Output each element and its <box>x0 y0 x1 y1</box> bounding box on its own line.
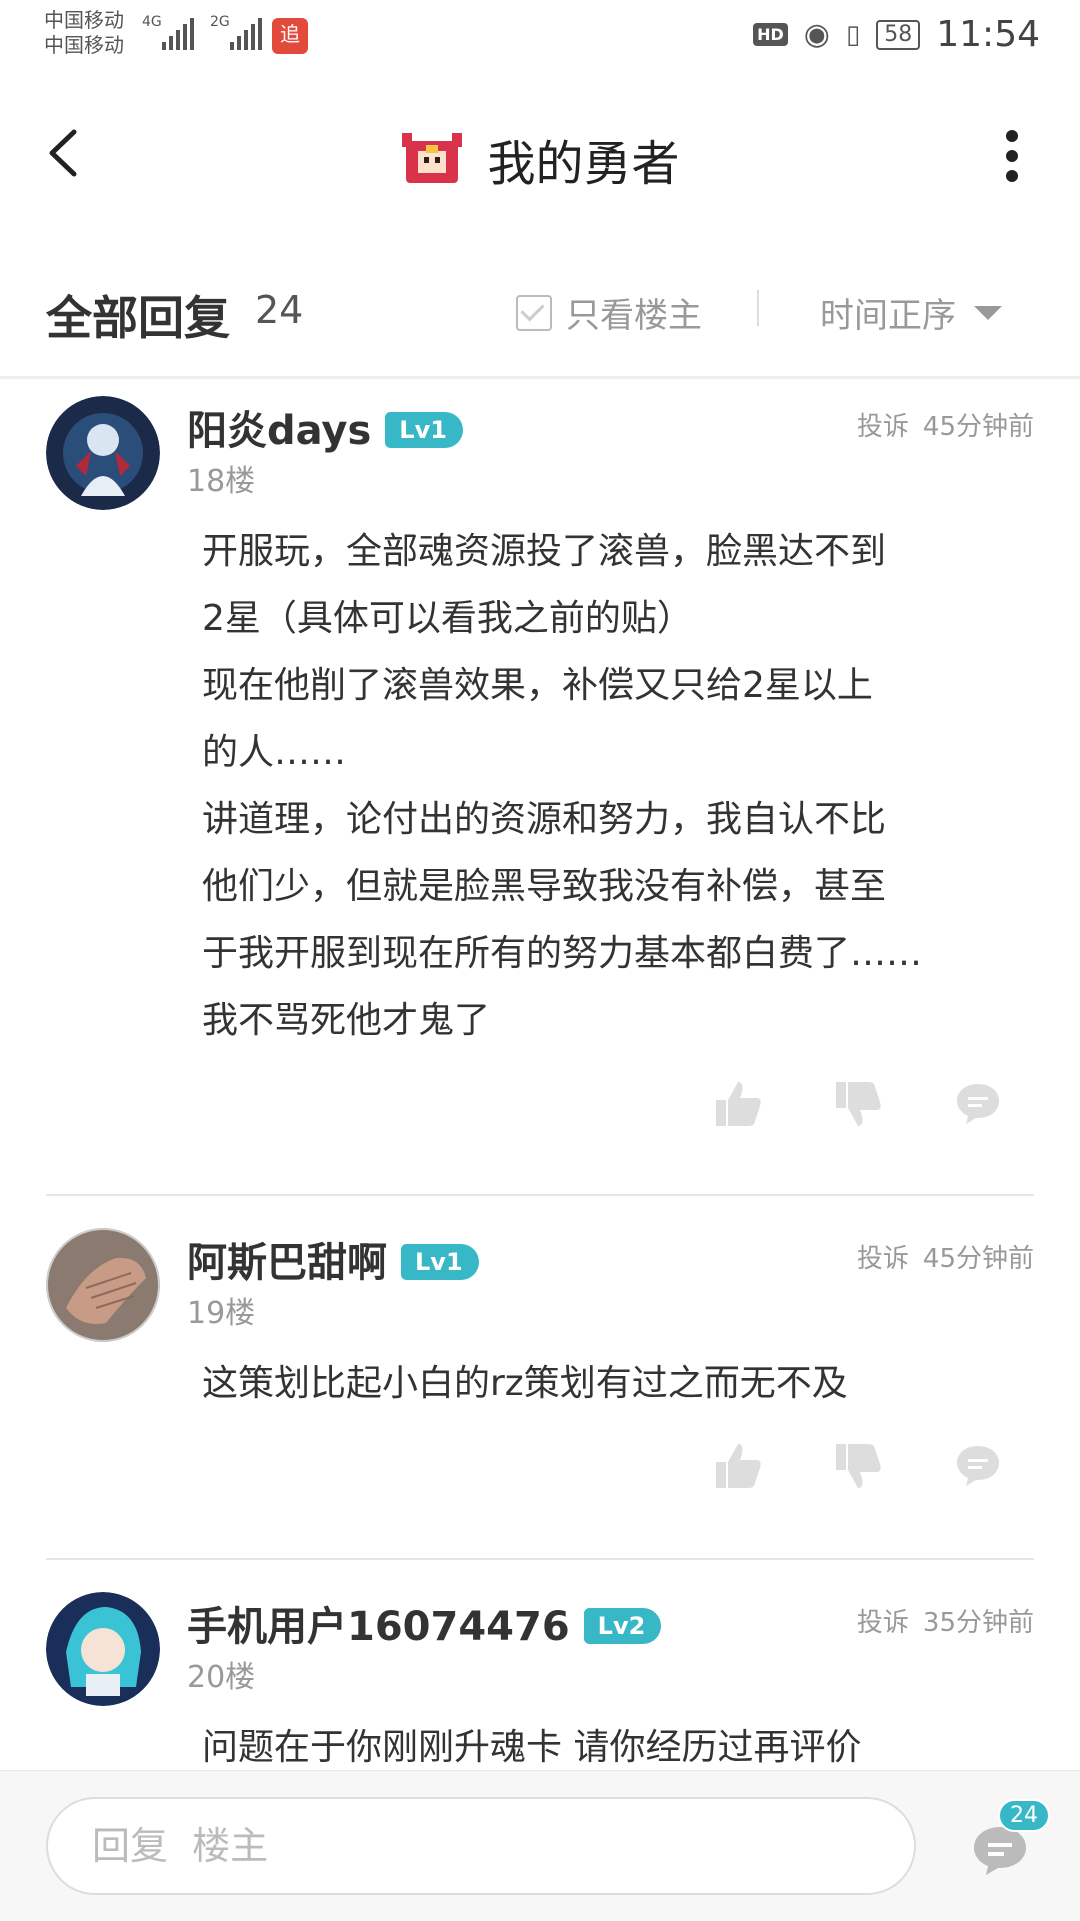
checkbox-icon[interactable] <box>516 294 552 331</box>
level-badge: Lv1 <box>385 412 463 448</box>
notification-app-icon: 追 <box>272 18 308 54</box>
reply-actions <box>714 1442 1002 1490</box>
content-line: 现在他削了滚兽效果，补偿又只给2星以上 <box>202 665 873 706</box>
battery-icon: 58 <box>876 19 921 50</box>
content-line: 他们少，但就是脸黑导致我没有补偿，甚至 <box>202 866 887 907</box>
signal-icon <box>162 18 194 50</box>
reply-input[interactable] <box>48 1799 914 1893</box>
floor-number: 19楼 <box>187 1296 256 1331</box>
level-badge: Lv2 <box>583 1608 662 1644</box>
page-title: 我的勇者 <box>487 136 680 192</box>
thumbs-up-icon[interactable] <box>714 1442 762 1490</box>
reply-meta: 投诉 45分钟前 <box>857 1238 1034 1275</box>
reply-meta: 投诉 45分钟前 <box>857 406 1034 443</box>
only-host-label: 只看楼主 <box>566 296 702 336</box>
reply-input-wrapper <box>46 1797 916 1895</box>
sort-label: 时间正序 <box>820 296 956 336</box>
reply-content: 开服玩，全部魂资源投了滚兽，脸黑达不到 2星（具体可以看我之前的贴） 现在他削了… <box>202 518 1022 1054</box>
avatar[interactable] <box>46 1592 160 1706</box>
top-nav-bar: 我的勇者 <box>0 76 1080 239</box>
reply-actions <box>714 1080 1002 1128</box>
thumbs-up-icon[interactable] <box>714 1080 762 1128</box>
dropdown-arrow-icon <box>974 305 1002 320</box>
carrier-info: 中国移动 中国移动 <box>44 8 124 58</box>
reply-meta: 投诉 35分钟前 <box>857 1602 1034 1639</box>
report-link[interactable]: 投诉 <box>857 412 909 442</box>
network-type-1: 4G <box>142 14 162 30</box>
comment-icon[interactable] <box>954 1442 1002 1490</box>
timestamp: 45分钟前 <box>922 412 1034 442</box>
timestamp: 45分钟前 <box>922 1244 1034 1274</box>
comment-count-badge: 24 <box>998 1799 1050 1832</box>
thumbs-down-icon[interactable] <box>834 1442 882 1490</box>
carrier-2: 中国移动 <box>44 33 124 57</box>
timestamp: 35分钟前 <box>922 1608 1034 1638</box>
vibrate-icon: ▯ <box>845 19 861 50</box>
username-text: 手机用户16074476 <box>187 1604 570 1650</box>
floor-number: 18楼 <box>187 464 256 499</box>
username[interactable]: 手机用户16074476 Lv2 <box>187 1594 662 1652</box>
content-line: 的人…… <box>202 732 347 773</box>
reply-bottom-bar: 24 <box>0 1770 1080 1921</box>
content-line: 2星（具体可以看我之前的贴） <box>202 598 693 639</box>
username[interactable]: 阳炎days Lv1 <box>187 398 463 456</box>
reply-filter-bar: 全部回复 24 只看楼主 时间正序 <box>0 238 1080 379</box>
more-vertical-icon[interactable] <box>1006 130 1020 182</box>
divider <box>46 1558 1034 1560</box>
thumbs-down-icon[interactable] <box>834 1080 882 1128</box>
all-replies-title: 全部回复 <box>46 291 230 345</box>
avatar[interactable] <box>46 1228 160 1342</box>
only-host-toggle[interactable]: 只看楼主 <box>516 288 702 337</box>
content-line: 开服玩，全部魂资源投了滚兽，脸黑达不到 <box>202 531 887 572</box>
username[interactable]: 阿斯巴甜啊 Lv1 <box>187 1230 479 1288</box>
comment-icon[interactable] <box>954 1080 1002 1128</box>
report-link[interactable]: 投诉 <box>857 1608 909 1638</box>
content-line: 我不骂死他才鬼了 <box>202 1000 491 1041</box>
reply-count: 24 <box>255 288 304 332</box>
clock: 11:54 <box>936 14 1040 55</box>
status-bar: 中国移动 中国移动 4G 2G 追 HD ◉ ▯ 58 11:54 <box>0 0 1080 76</box>
game-logo-icon <box>402 133 463 183</box>
level-badge: Lv1 <box>401 1244 479 1280</box>
content-line: 于我开服到现在所有的努力基本都白费了…… <box>202 933 923 974</box>
report-link[interactable]: 投诉 <box>857 1244 909 1274</box>
floor-number: 20楼 <box>187 1660 256 1695</box>
signal-icon-2 <box>230 18 262 50</box>
avatar[interactable] <box>46 396 160 510</box>
hd-icon: HD <box>753 23 788 46</box>
username-text: 阳炎days <box>187 408 372 454</box>
eye-icon: ◉ <box>803 17 830 52</box>
username-text: 阿斯巴甜啊 <box>187 1240 387 1286</box>
divider <box>46 1194 1034 1196</box>
content-line: 这策划比起小白的rz策划有过之而无不及 <box>202 1363 848 1404</box>
reply-content: 这策划比起小白的rz策划有过之而无不及 <box>202 1350 1022 1417</box>
divider <box>757 290 759 326</box>
network-type-2: 2G <box>210 14 230 30</box>
sort-dropdown[interactable]: 时间正序 <box>820 288 1002 337</box>
content-line: 讲道理，论付出的资源和努力，我自认不比 <box>202 799 887 840</box>
carrier-1: 中国移动 <box>44 8 124 32</box>
